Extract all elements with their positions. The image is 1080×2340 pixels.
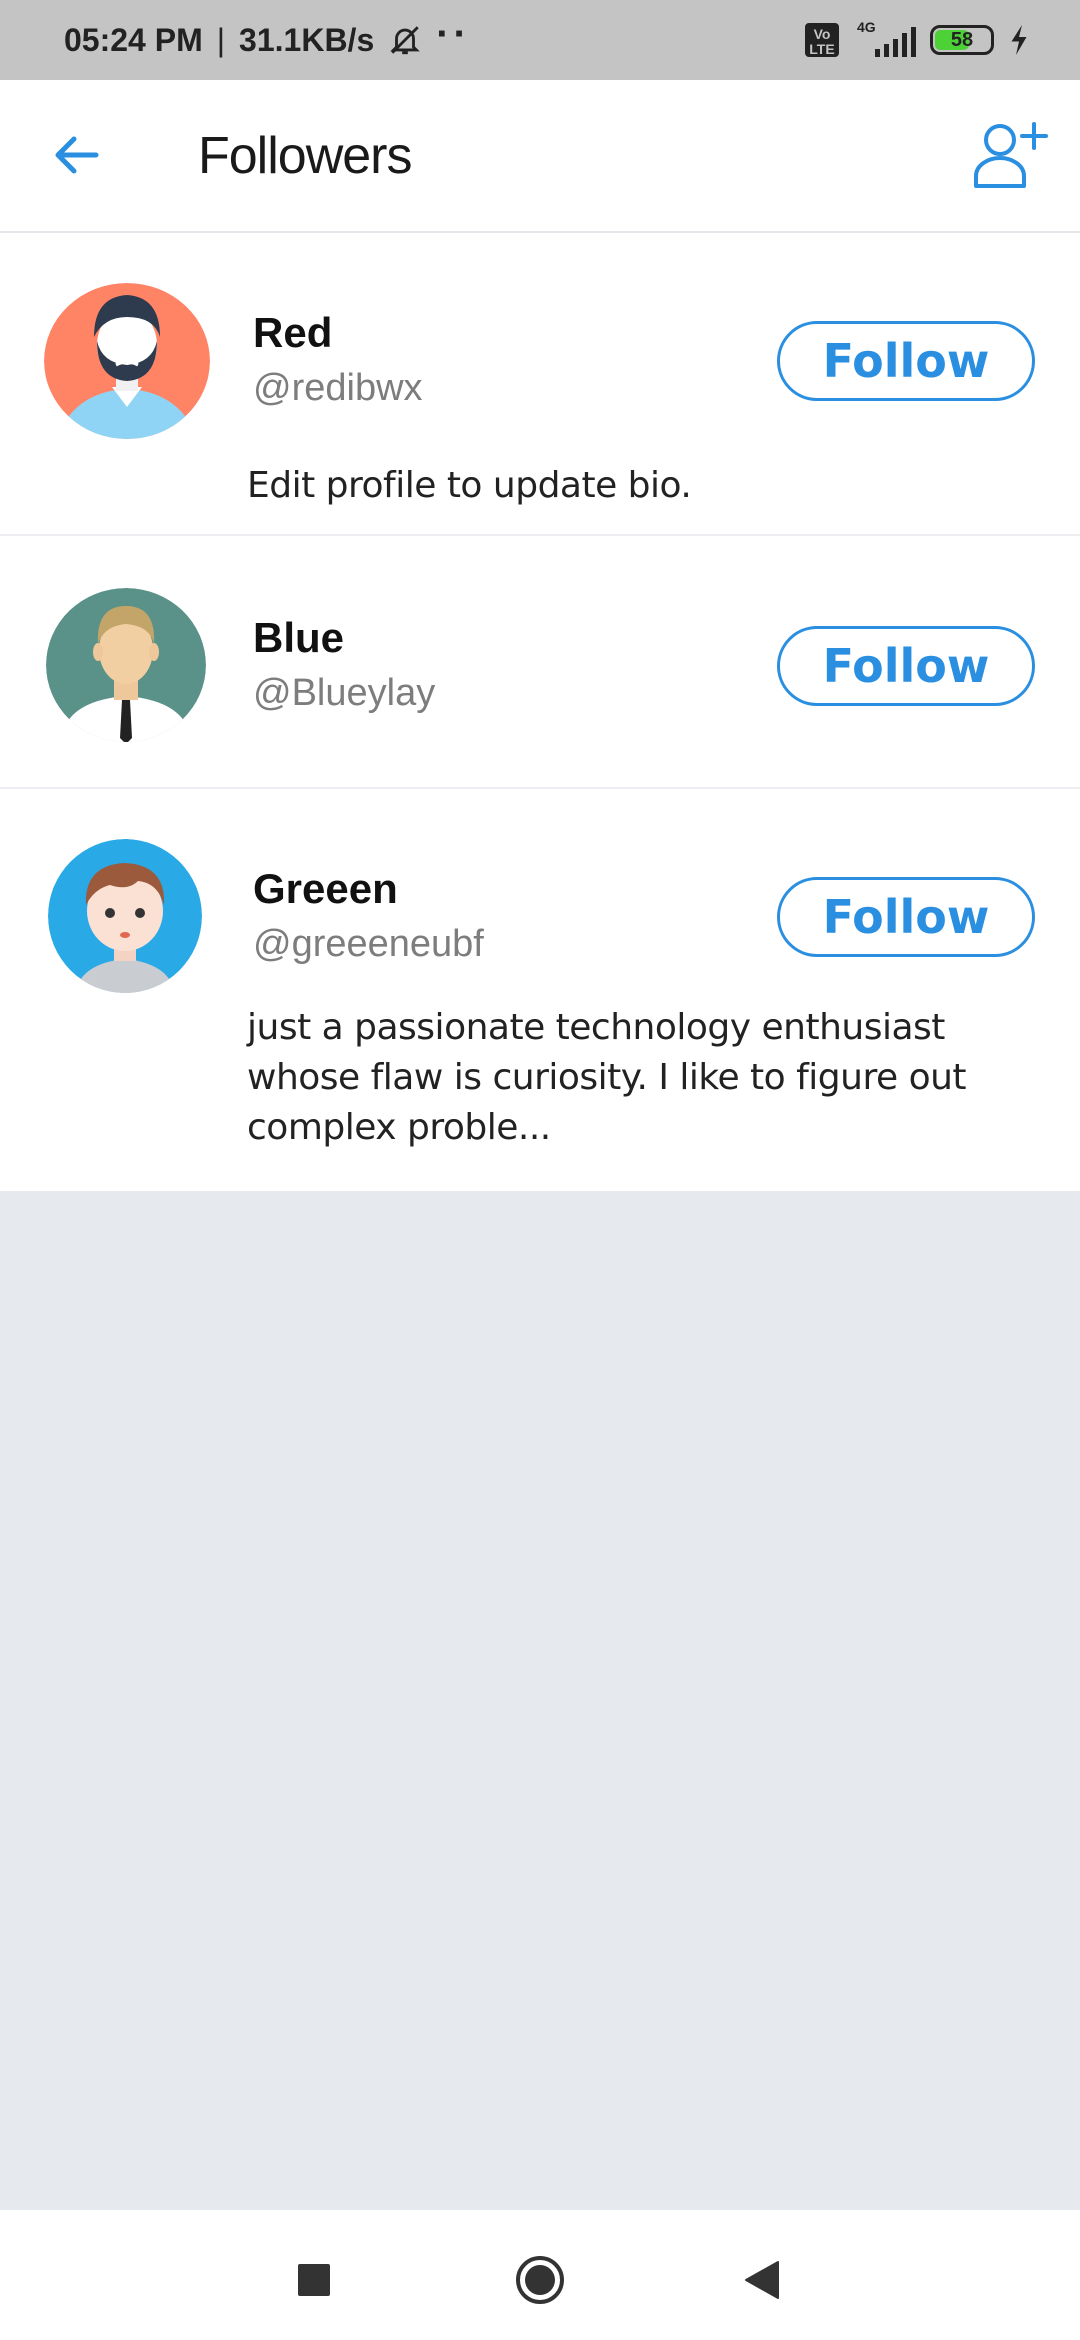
follower-bio: Edit profile to update bio. <box>247 465 692 506</box>
signal-icon: 4G <box>853 19 916 57</box>
man-beard-avatar-icon <box>44 283 210 439</box>
followers-list: Red @redibwx Follow Edit profile to upda… <box>0 233 1080 1191</box>
status-time: 05:24 PM <box>64 21 203 58</box>
follower-item[interactable]: Greeen @greeeneubf Follow just a passion… <box>0 789 1080 1191</box>
muted-bell-icon <box>390 26 420 55</box>
follow-button[interactable]: Follow <box>777 321 1035 401</box>
add-user-icon <box>974 122 1048 188</box>
follower-handle: @greeeneubf <box>253 923 484 965</box>
follower-name: Greeen <box>253 865 398 912</box>
notification-dots-icon: ·· <box>436 11 471 56</box>
avatar[interactable] <box>46 588 206 742</box>
avatar[interactable] <box>44 283 210 439</box>
square-icon <box>298 2264 330 2296</box>
network-type: 4G <box>857 19 876 35</box>
status-left: 05:24 PM | 31.1KB/s ·· <box>64 12 471 59</box>
recent-apps-button[interactable] <box>284 2250 344 2310</box>
home-button[interactable] <box>510 2250 570 2310</box>
battery-level: 58 <box>950 28 974 51</box>
app-header: Followers <box>0 80 1080 233</box>
back-nav-button[interactable] <box>732 2250 792 2310</box>
circle-icon <box>516 2256 564 2304</box>
triangle-back-icon <box>745 2261 779 2299</box>
follower-item[interactable]: Red @redibwx Follow Edit profile to upda… <box>0 233 1080 536</box>
follower-name: Red <box>253 309 333 356</box>
boy-avatar-icon <box>48 839 202 993</box>
status-speed: 31.1KB/s <box>239 21 375 58</box>
volte-icon: Vo LTE <box>805 23 839 57</box>
battery-icon: 58 <box>930 25 994 55</box>
status-bar: 05:24 PM | 31.1KB/s ·· Vo LTE 4G 58 <box>0 0 1080 80</box>
follower-name: Blue <box>253 614 345 661</box>
status-separator: | <box>216 21 226 58</box>
follow-button[interactable]: Follow <box>777 877 1035 957</box>
follower-handle: @Blueylay <box>253 672 436 714</box>
page-title: Followers <box>198 127 412 185</box>
follower-item[interactable]: Blue @Blueylay Follow <box>0 536 1080 789</box>
system-nav-bar <box>0 2210 1080 2340</box>
charging-icon <box>1011 25 1027 55</box>
avatar[interactable] <box>48 839 202 993</box>
man-tie-avatar-icon <box>46 588 206 742</box>
follower-bio: just a passionate technology enthusiast … <box>247 1007 967 1148</box>
arrow-left-icon <box>55 136 99 174</box>
follower-handle: @redibwx <box>253 367 423 409</box>
back-button[interactable] <box>46 125 106 185</box>
add-user-button[interactable] <box>970 116 1054 196</box>
follow-button[interactable]: Follow <box>777 626 1035 706</box>
status-right: Vo LTE 4G 58 <box>805 19 1030 57</box>
